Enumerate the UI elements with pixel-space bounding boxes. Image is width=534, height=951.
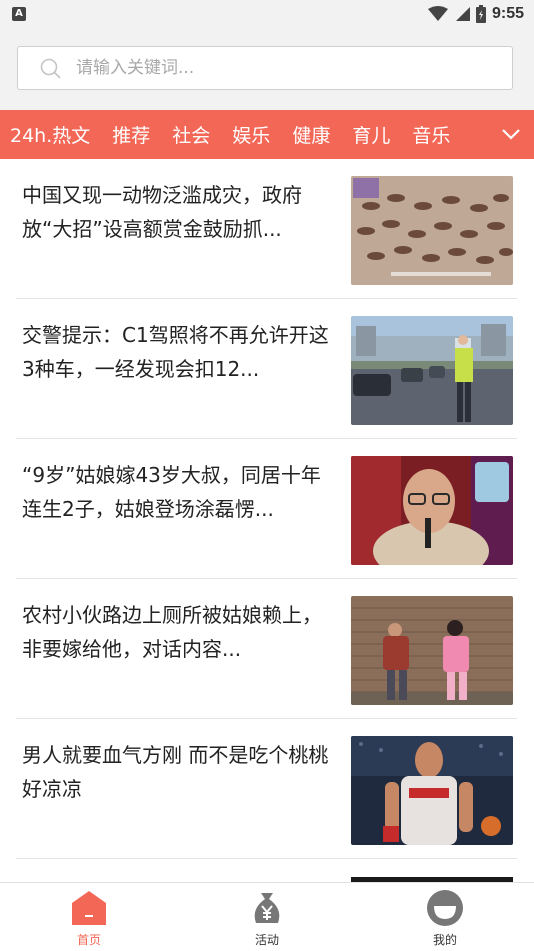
tab-society[interactable]: 社会 (172, 121, 210, 148)
news-thumbnail (351, 596, 513, 705)
profile-icon (427, 890, 463, 926)
news-image (351, 456, 513, 565)
nav-home[interactable]: 首页 (44, 889, 134, 948)
news-item[interactable]: 交警提示：C1驾照将不再允许开这3种车，一经发现会扣12... (16, 300, 517, 439)
news-title: “9岁”姑娘嫁43岁大叔，同居十年连生2子，姑娘登场涂磊愣... (22, 463, 321, 521)
nav-profile-label: 我的 (432, 933, 457, 947)
news-thumbnail (351, 316, 513, 425)
news-image (351, 176, 513, 285)
status-bar: A 9:55 (0, 0, 534, 28)
search-box[interactable] (17, 46, 513, 90)
money-bag-icon (254, 893, 280, 923)
news-title: 中国又现一动物泛滥成灾，政府放“大招”设高额赏金鼓励抓... (22, 183, 302, 241)
tab-health[interactable]: 健康 (292, 121, 330, 148)
bottom-nav: 首页 活动 我的 (0, 882, 534, 951)
news-thumbnail (351, 456, 513, 565)
news-title: 男人就要血气方刚 而不是吃个桃桃 好凉凉 (22, 743, 329, 801)
news-title: 农村小伙路边上厕所被姑娘赖上，非要嫁给他，对话内容... (22, 603, 322, 661)
news-item[interactable]: 中国又现一动物泛滥成灾，政府放“大招”设高额赏金鼓励抓... (16, 160, 517, 299)
nav-profile[interactable]: 我的 (400, 889, 490, 948)
news-item[interactable]: “9岁”姑娘嫁43岁大叔，同居十年连生2子，姑娘登场涂磊愣... (16, 440, 517, 579)
chevron-down-icon[interactable] (500, 123, 522, 145)
news-thumbnail (351, 176, 513, 285)
tab-parenting[interactable]: 育儿 (352, 121, 390, 148)
wifi-icon (427, 6, 448, 21)
news-image (351, 596, 513, 705)
news-image (351, 316, 513, 425)
tab-hot[interactable]: 24h.热文 (10, 121, 90, 148)
search-icon (40, 58, 61, 79)
nav-activity[interactable]: 活动 (222, 889, 312, 948)
tab-recommend[interactable]: 推荐 (112, 121, 150, 148)
signal-icon (455, 7, 470, 21)
status-time: 9:55 (491, 5, 524, 22)
news-thumbnail (351, 736, 513, 845)
nav-home-label: 首页 (76, 933, 101, 947)
tab-music[interactable]: 音乐 (412, 121, 450, 148)
nav-activity-label: 活动 (254, 933, 279, 947)
battery-icon (475, 5, 486, 23)
news-item[interactable]: 男人就要血气方刚 而不是吃个桃桃 好凉凉 (16, 720, 517, 859)
news-item[interactable]: 农村小伙路边上厕所被姑娘赖上，非要嫁给他，对话内容... (16, 580, 517, 719)
search-area (0, 28, 534, 110)
search-input[interactable] (76, 47, 496, 89)
category-tabbar: 24h.热文 推荐 社会 娱乐 健康 育儿 音乐 (0, 110, 534, 159)
category-tabs: 24h.热文 推荐 社会 娱乐 健康 育儿 音乐 (10, 110, 472, 159)
news-image (351, 736, 513, 845)
app-notification-icon: A (12, 7, 26, 21)
home-icon (72, 891, 106, 925)
news-title: 交警提示：C1驾照将不再允许开这3种车，一经发现会扣12... (22, 323, 329, 381)
status-indicators: 9:55 (427, 4, 524, 24)
tab-entertainment[interactable]: 娱乐 (232, 121, 270, 148)
